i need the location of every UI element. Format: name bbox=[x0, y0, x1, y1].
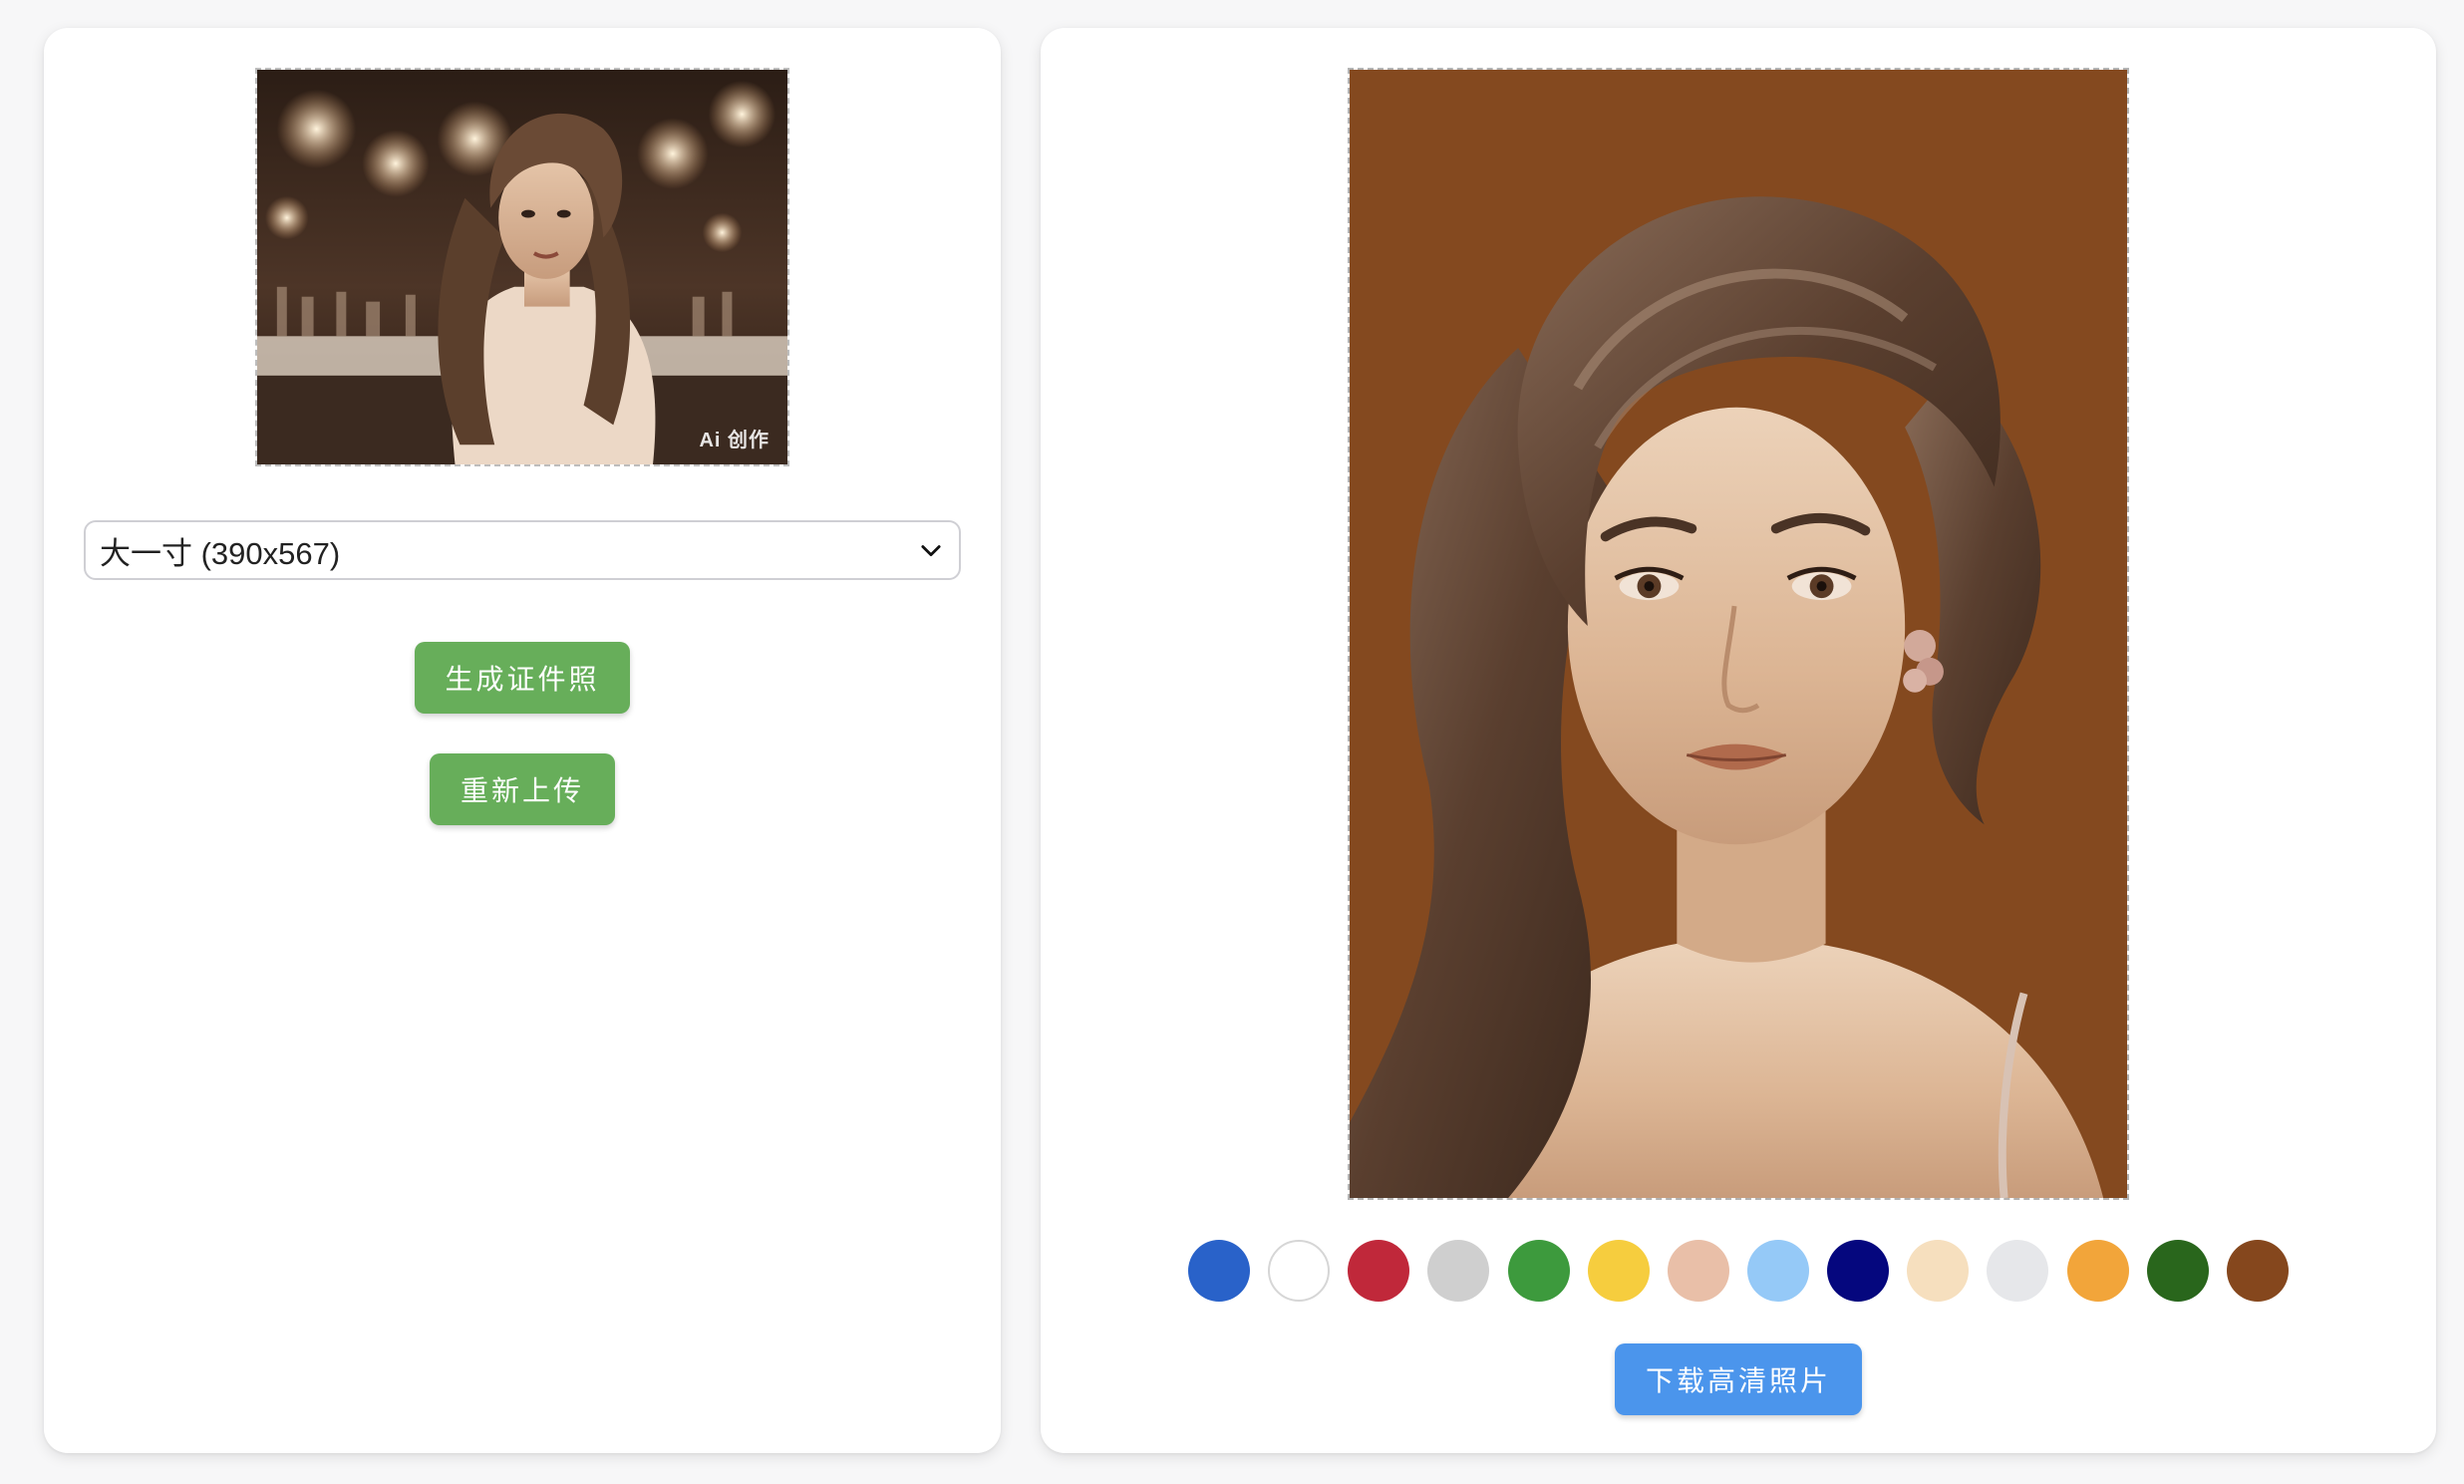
swatch-white[interactable] bbox=[1268, 1240, 1331, 1302]
uploaded-photo bbox=[257, 70, 787, 464]
swatch-green[interactable] bbox=[1507, 1240, 1570, 1302]
source-panel: Ai 创作 大一寸 (390x567) 生成证件照 重新上传 bbox=[44, 28, 1001, 1453]
result-photo bbox=[1350, 70, 2127, 1198]
reupload-button[interactable]: 重新上传 bbox=[430, 753, 615, 825]
swatch-light-blue[interactable] bbox=[1746, 1240, 1809, 1302]
swatch-light-gray[interactable] bbox=[1427, 1240, 1490, 1302]
swatch-navy[interactable] bbox=[1827, 1240, 1890, 1302]
id-photo-maker-page: Ai 创作 大一寸 (390x567) 生成证件照 重新上传 下载高清照片 bbox=[0, 0, 2464, 1484]
swatch-dark-green[interactable] bbox=[2146, 1240, 2209, 1302]
swatch-yellow[interactable] bbox=[1587, 1240, 1650, 1302]
result-panel: 下载高清照片 bbox=[1041, 28, 2436, 1453]
swatch-peach[interactable] bbox=[1667, 1240, 1729, 1302]
swatch-brown[interactable] bbox=[2226, 1240, 2289, 1302]
ai-watermark: Ai 创作 bbox=[699, 430, 770, 451]
swatch-pale-gray[interactable] bbox=[1987, 1240, 2049, 1302]
result-photo-preview bbox=[1348, 68, 2129, 1200]
photo-size-select[interactable]: 大一寸 (390x567) bbox=[84, 520, 961, 580]
generate-id-photo-button[interactable]: 生成证件照 bbox=[415, 642, 630, 714]
uploaded-photo-preview[interactable]: Ai 创作 bbox=[255, 68, 789, 466]
background-color-swatches bbox=[1188, 1240, 2289, 1304]
swatch-red[interactable] bbox=[1348, 1240, 1410, 1302]
swatch-blue[interactable] bbox=[1188, 1240, 1250, 1302]
download-hd-photo-button[interactable]: 下载高清照片 bbox=[1615, 1343, 1862, 1415]
chevron-down-icon bbox=[921, 545, 941, 557]
photo-size-select-value: 大一寸 (390x567) bbox=[100, 535, 341, 571]
swatch-orange[interactable] bbox=[2066, 1240, 2129, 1302]
swatch-cream[interactable] bbox=[1907, 1240, 1970, 1302]
